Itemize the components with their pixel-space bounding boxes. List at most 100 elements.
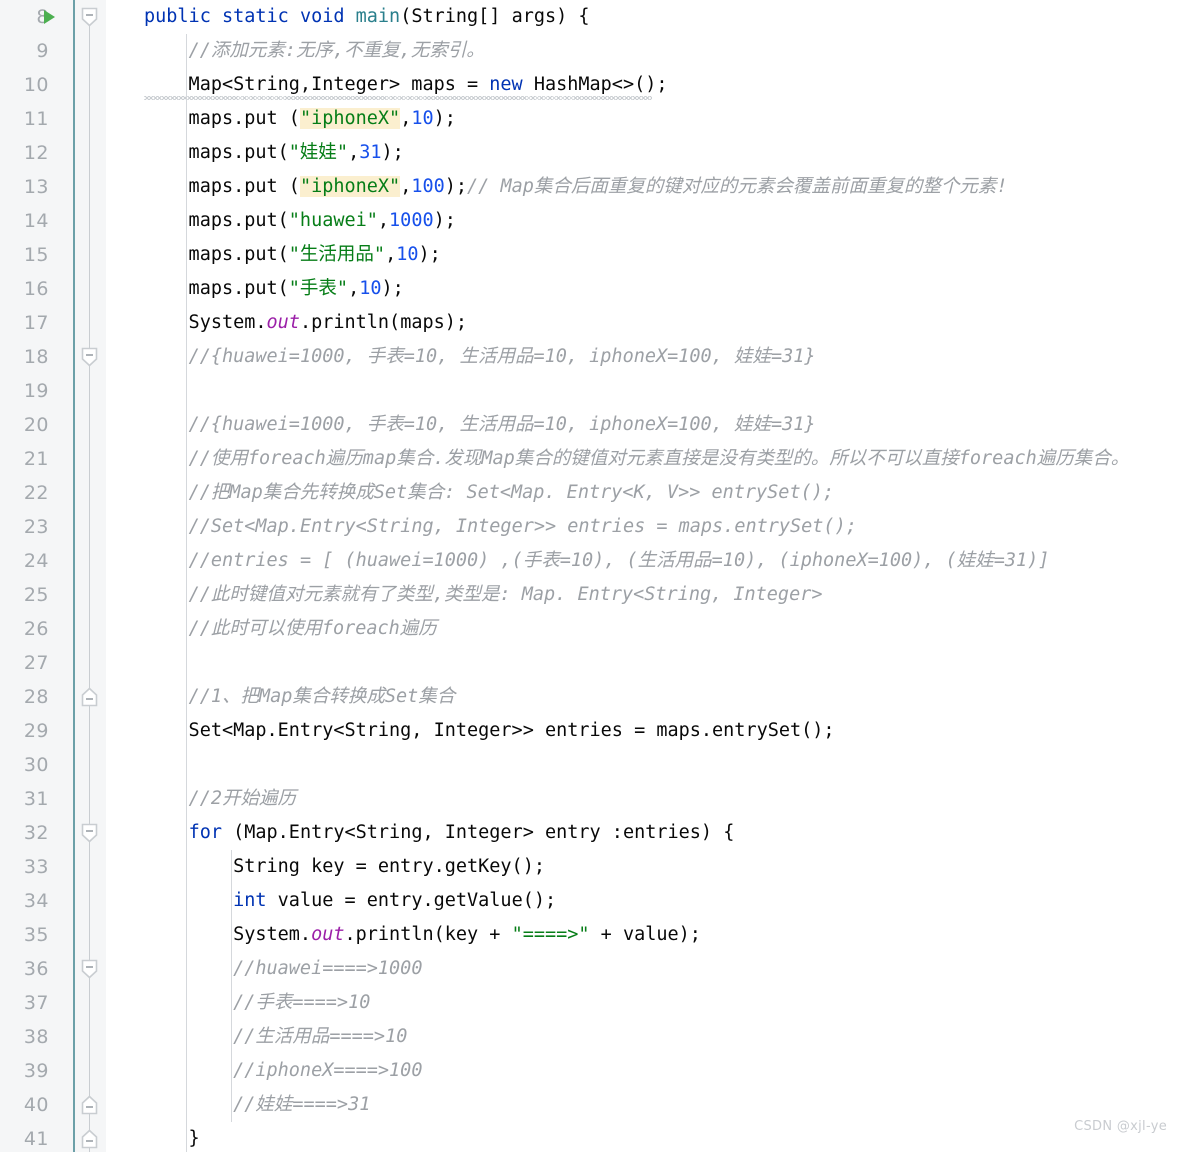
line-number: 20	[23, 414, 49, 436]
code-line[interactable]: //{huawei=1000, 手表=10, 生活用品=10, iphoneX=…	[106, 408, 1181, 442]
code-line[interactable]: maps.put("娃娃",31);	[106, 136, 1181, 170]
code-line[interactable]: //Set<Map.Entry<String, Integer>> entrie…	[106, 510, 1181, 544]
code-line[interactable]: //生活用品====>10	[106, 1020, 1181, 1054]
code-line[interactable]	[106, 374, 1181, 408]
gutter-row[interactable]: 9	[0, 34, 106, 68]
fold-collapse-icon[interactable]	[81, 7, 98, 27]
gutter-row[interactable]: 11	[0, 102, 106, 136]
fold-end-icon[interactable]	[81, 687, 98, 707]
line-number: 26	[23, 618, 49, 640]
code-line[interactable]: //{huawei=1000, 手表=10, 生活用品=10, iphoneX=…	[106, 340, 1181, 374]
fold-end-icon[interactable]	[81, 1129, 98, 1149]
fold-collapse-icon[interactable]	[81, 959, 98, 979]
code-line[interactable]: //entries = [ (huawei=1000) ,(手表=10), (生…	[106, 544, 1181, 578]
code-line[interactable]: //把Map集合先转换成Set集合: Set<Map. Entry<K, V>>…	[106, 476, 1181, 510]
gutter-row[interactable]: 33	[0, 850, 106, 884]
line-number: 33	[23, 856, 49, 878]
code-line[interactable]: //娃娃====>31	[106, 1088, 1181, 1122]
code-line[interactable]: Set<Map.Entry<String, Integer>> entries …	[106, 714, 1181, 748]
code-line[interactable]: maps.put("手表",10);	[106, 272, 1181, 306]
run-method-icon[interactable]	[44, 10, 55, 24]
gutter-row[interactable]: 20	[0, 408, 106, 442]
line-number: 28	[23, 686, 49, 708]
line-number: 22	[23, 482, 49, 504]
gutter-row[interactable]: 30	[0, 748, 106, 782]
indent-guide	[230, 850, 232, 1122]
gutter-row[interactable]: 29	[0, 714, 106, 748]
code-line[interactable]: //添加元素:无序,不重复,无索引。	[106, 34, 1181, 68]
gutter-row[interactable]: 19	[0, 374, 106, 408]
gutter-row[interactable]: 22	[0, 476, 106, 510]
gutter-row[interactable]: 15	[0, 238, 106, 272]
gutter-row[interactable]: 36	[0, 952, 106, 986]
gutter-row[interactable]: 35	[0, 918, 106, 952]
line-number: 34	[23, 890, 49, 912]
code-line[interactable]: maps.put("huawei",1000);	[106, 204, 1181, 238]
gutter-row[interactable]: 10	[0, 68, 106, 102]
code-line[interactable]: maps.put ("iphoneX",100);// Map集合后面重复的键对…	[106, 170, 1181, 204]
line-number: 27	[23, 652, 49, 674]
gutter-row[interactable]: 37	[0, 986, 106, 1020]
gutter-row[interactable]: 38	[0, 1020, 106, 1054]
gutter-row[interactable]: 8	[0, 0, 106, 34]
code-line[interactable]: //手表====>10	[106, 986, 1181, 1020]
code-line[interactable]: int value = entry.getValue();	[106, 884, 1181, 918]
gutter-row[interactable]: 26	[0, 612, 106, 646]
code-line[interactable]	[106, 748, 1181, 782]
editor-gutter[interactable]: 8 9 10 11 12 13 14 15 16 17 18 19 20 21 22 23 24 25 26 27 28…	[0, 0, 106, 1152]
code-line[interactable]: //此时键值对元素就有了类型,类型是: Map. Entry<String, I…	[106, 578, 1181, 612]
gutter-row[interactable]: 21	[0, 442, 106, 476]
code-line[interactable]: //2开始遍历	[106, 782, 1181, 816]
indent-guide	[186, 34, 188, 1152]
gutter-row[interactable]: 28	[0, 680, 106, 714]
code-line[interactable]: String key = entry.getKey();	[106, 850, 1181, 884]
line-number: 32	[23, 822, 49, 844]
line-number: 24	[23, 550, 49, 572]
gutter-row[interactable]: 41	[0, 1122, 106, 1152]
line-number: 25	[23, 584, 49, 606]
gutter-row[interactable]: 16	[0, 272, 106, 306]
gutter-row[interactable]: 25	[0, 578, 106, 612]
line-number: 39	[23, 1060, 49, 1082]
gutter-row[interactable]: 13	[0, 170, 106, 204]
code-editor[interactable]: 8 9 10 11 12 13 14 15 16 17 18 19 20 21 22 23 24 25 26 27 28…	[0, 0, 1181, 1152]
line-number: 19	[23, 380, 49, 402]
code-line[interactable]: for (Map.Entry<String, Integer> entry :e…	[106, 816, 1181, 850]
line-number: 11	[23, 108, 49, 130]
gutter-row[interactable]: 40	[0, 1088, 106, 1122]
gutter-row[interactable]: 31	[0, 782, 106, 816]
code-line[interactable]: Map<String,Integer> maps = new HashMap<>…	[106, 68, 1181, 102]
code-line[interactable]	[106, 646, 1181, 680]
code-line[interactable]: maps.put("生活用品",10);	[106, 238, 1181, 272]
gutter-row[interactable]: 23	[0, 510, 106, 544]
code-line[interactable]: //使用foreach遍历map集合.发现Map集合的键值对元素直接是没有类型的…	[106, 442, 1181, 476]
code-line[interactable]: //huawei====>1000	[106, 952, 1181, 986]
line-number: 30	[23, 754, 49, 776]
gutter-row[interactable]: 39	[0, 1054, 106, 1088]
gutter-row[interactable]: 32	[0, 816, 106, 850]
gutter-row[interactable]: 17	[0, 306, 106, 340]
code-line[interactable]: System.out.println(maps);	[106, 306, 1181, 340]
code-line[interactable]: maps.put ("iphoneX",10);	[106, 102, 1181, 136]
gutter-row[interactable]: 24	[0, 544, 106, 578]
gutter-row[interactable]: 34	[0, 884, 106, 918]
code-line[interactable]: }	[106, 1122, 1181, 1152]
code-content-area[interactable]: public static void main(String[] args) {…	[106, 0, 1181, 1152]
code-line[interactable]: //iphoneX====>100	[106, 1054, 1181, 1088]
csdn-watermark: CSDN @xjl-ye	[1074, 1119, 1167, 1134]
line-number: 14	[23, 210, 49, 232]
code-line[interactable]: System.out.println(key + "====>" + value…	[106, 918, 1181, 952]
gutter-row[interactable]: 14	[0, 204, 106, 238]
code-line[interactable]: public static void main(String[] args) {	[106, 0, 1181, 34]
line-number: 41	[23, 1128, 49, 1150]
line-number: 13	[23, 176, 49, 198]
inspection-squiggle	[144, 96, 652, 100]
fold-collapse-icon[interactable]	[81, 347, 98, 367]
gutter-row[interactable]: 27	[0, 646, 106, 680]
gutter-row[interactable]: 18	[0, 340, 106, 374]
code-line[interactable]: //此时可以使用foreach遍历	[106, 612, 1181, 646]
fold-end-icon[interactable]	[81, 1095, 98, 1115]
fold-collapse-icon[interactable]	[81, 823, 98, 843]
code-line[interactable]: //1、把Map集合转换成Set集合	[106, 680, 1181, 714]
gutter-row[interactable]: 12	[0, 136, 106, 170]
